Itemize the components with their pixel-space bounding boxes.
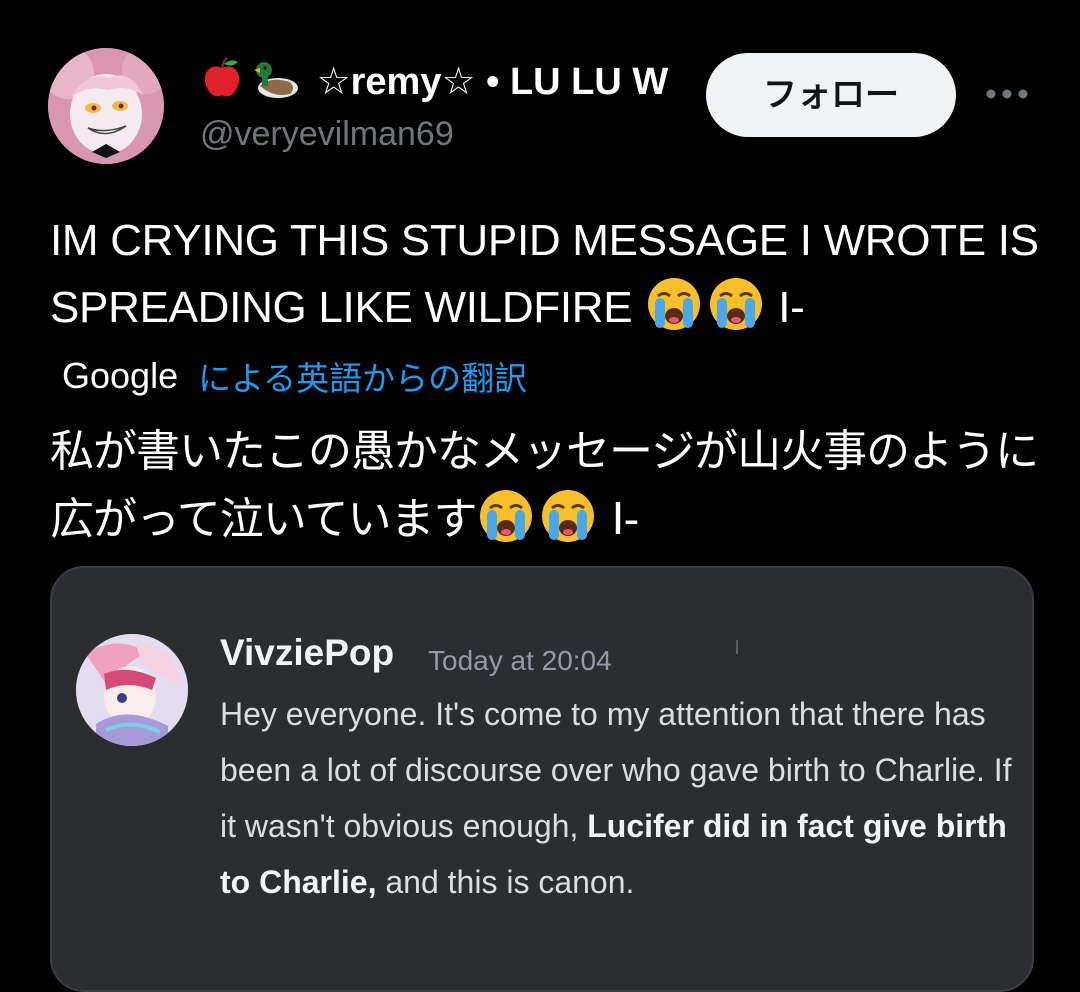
crying-face-icon xyxy=(644,274,704,334)
discord-avatar xyxy=(76,634,188,746)
discord-message: Hey everyone. It's come to my attention … xyxy=(220,686,1020,910)
tweet-text-suffix: I- xyxy=(778,283,805,332)
divider-mark xyxy=(736,640,738,654)
translated-text-suffix: I- xyxy=(611,494,639,545)
user-handle[interactable]: @veryevilman69 xyxy=(200,112,454,156)
duck-icon xyxy=(250,56,300,110)
display-name-text: ☆remy☆ • LU LU W xyxy=(316,61,669,103)
follow-button[interactable]: フォロー xyxy=(706,53,956,137)
tweet-text: IM CRYING THIS STUPID MESSAGE I WROTE IS… xyxy=(50,208,1040,341)
crying-face-icon xyxy=(538,486,598,546)
more-icon[interactable] xyxy=(985,84,1029,104)
discord-username: VivziePop xyxy=(220,632,395,673)
apple-icon xyxy=(200,56,244,110)
avatar-illustration xyxy=(48,48,164,164)
google-logo: Google xyxy=(62,355,179,396)
crying-face-icon xyxy=(476,486,536,546)
discord-message-part2: and this is canon. xyxy=(385,864,635,900)
translation-link[interactable]: による英語からの翻訳 xyxy=(198,352,527,400)
attached-image[interactable]: VivziePop Today at 20:04 Hey everyone. I… xyxy=(50,566,1034,992)
crying-face-icon xyxy=(706,274,766,334)
translated-text: 私が書いたこの愚かなメッセージが山火事のように広がって泣いています I- xyxy=(50,418,1050,554)
display-name[interactable]: ☆remy☆ • LU LU W xyxy=(200,54,685,110)
author-avatar[interactable] xyxy=(48,48,164,164)
translation-attribution: Google による英語からの翻訳 xyxy=(62,350,527,402)
tweet-text-body: IM CRYING THIS STUPID MESSAGE I WROTE IS… xyxy=(50,216,1039,332)
discord-timestamp: Today at 20:04 xyxy=(428,645,612,676)
